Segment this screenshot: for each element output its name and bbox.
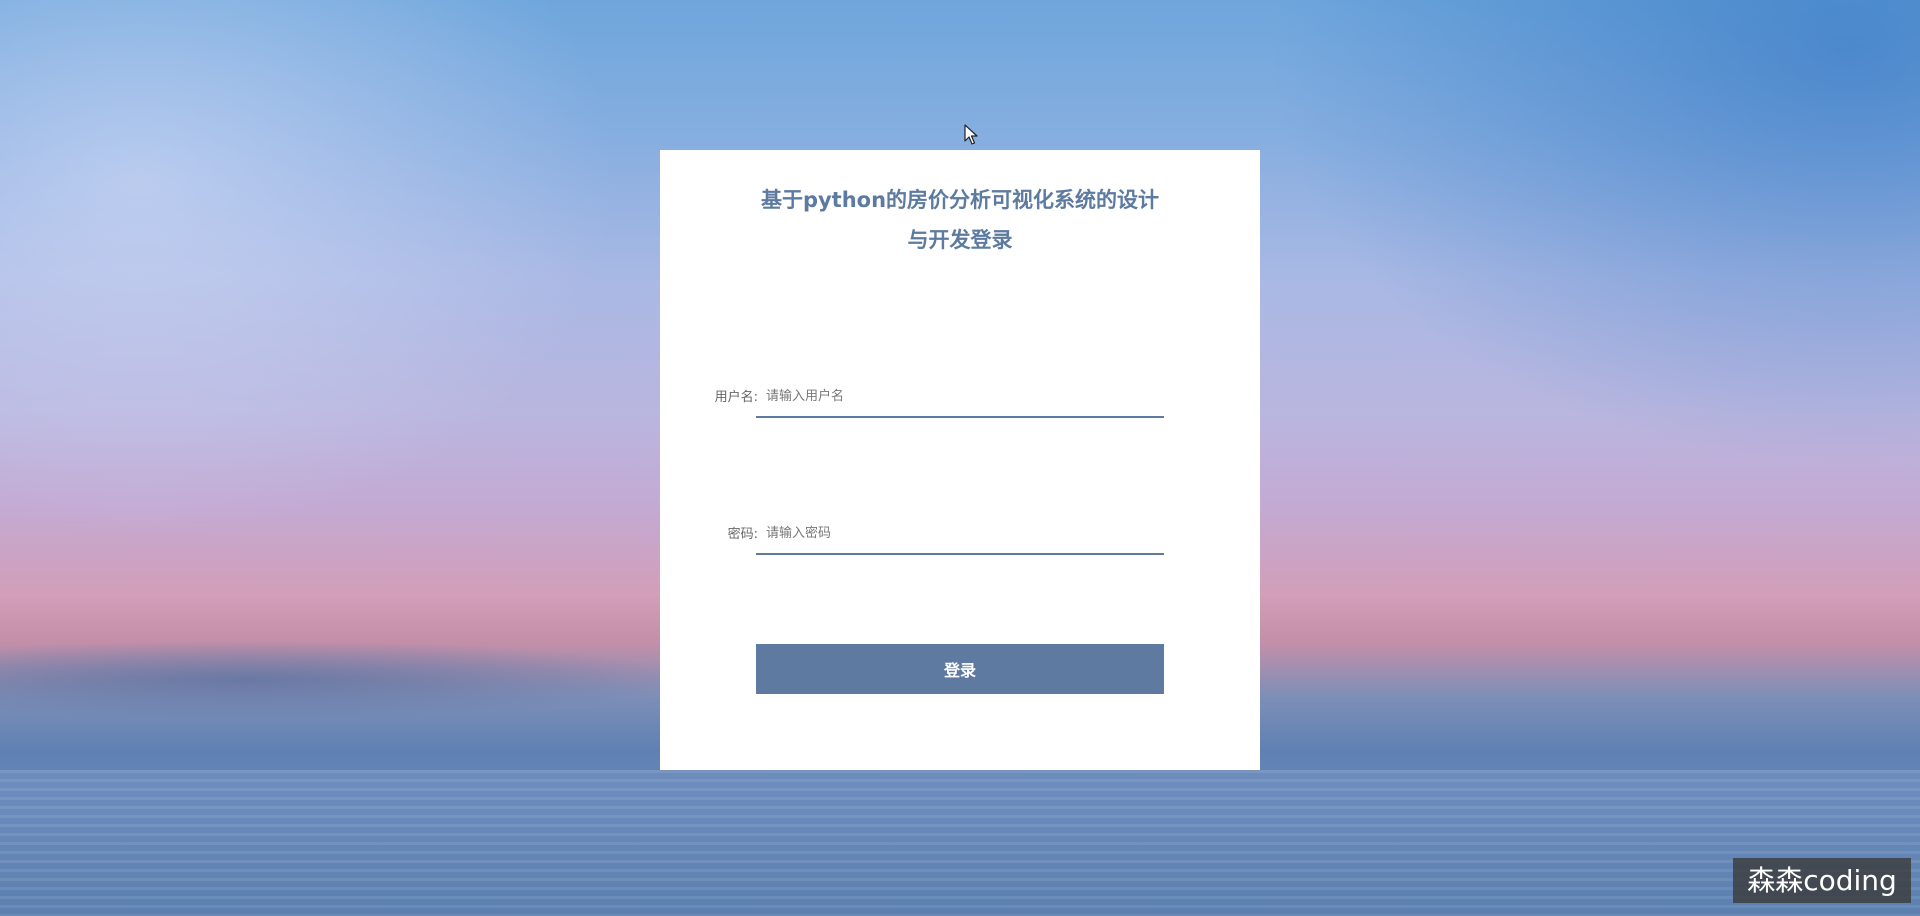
password-row: 密码: bbox=[660, 505, 1260, 561]
login-card: 基于python的房价分析可视化系统的设计与开发登录 用户名: 密码: 登录 bbox=[660, 150, 1260, 770]
mouse-pointer-icon bbox=[964, 124, 978, 145]
login-button[interactable]: 登录 bbox=[756, 644, 1164, 694]
login-title: 基于python的房价分析可视化系统的设计与开发登录 bbox=[760, 188, 1160, 252]
username-input[interactable] bbox=[756, 376, 1164, 418]
background-glow bbox=[0, 0, 700, 600]
password-label: 密码: bbox=[727, 527, 758, 542]
background-cloud bbox=[0, 640, 700, 720]
username-row: 用户名: bbox=[660, 368, 1260, 424]
background-sky-shade bbox=[1220, 0, 1920, 500]
username-label: 用户名: bbox=[714, 390, 758, 405]
password-input[interactable] bbox=[756, 513, 1164, 555]
watermark: 森森coding bbox=[1733, 858, 1911, 903]
background-sea bbox=[0, 770, 1920, 916]
